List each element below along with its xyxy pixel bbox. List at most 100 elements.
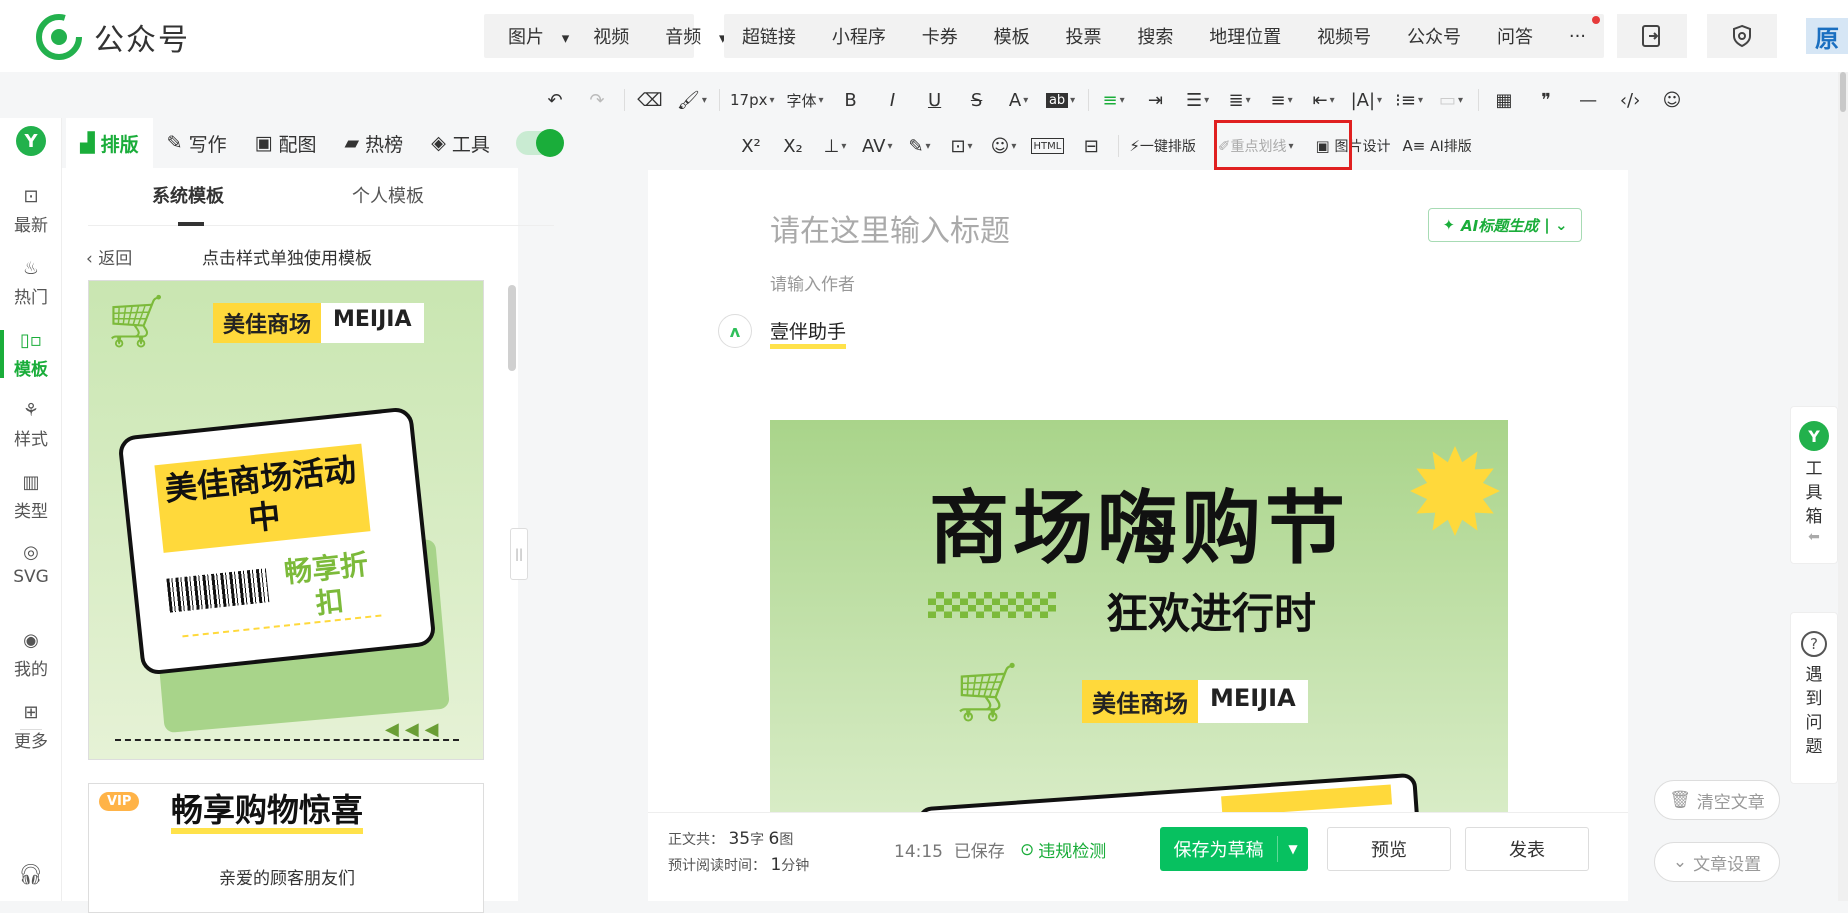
compliance-check-button[interactable]: ⊙ 违规检测 <box>1020 837 1106 863</box>
media-video[interactable]: 视频 <box>581 23 641 49</box>
doc-transfer-button[interactable] <box>1617 14 1687 58</box>
tab-personal-templates[interactable]: 个人模板 <box>288 168 488 225</box>
numbered-list-icon[interactable]: ▭ ▾ <box>1436 84 1466 116</box>
clear-article-button[interactable]: 🗑︎ 清空文章 <box>1654 780 1780 820</box>
template-card[interactable]: VIP 畅享购物惊喜 亲爱的顾客朋友们 <box>88 783 484 913</box>
insert-vote[interactable]: 投票 <box>1054 23 1114 49</box>
line-height-icon[interactable]: ☰ ▾ <box>1183 84 1213 116</box>
strikethrough-icon[interactable]: S <box>962 84 992 116</box>
page-scrollbar[interactable] <box>1838 72 1848 901</box>
toolbox-panel[interactable]: Y 工具箱 ⬅ <box>1790 406 1838 564</box>
tab-image[interactable]: ▣ 配图 <box>241 118 331 168</box>
ai-title-button[interactable]: ✦ AI标题生成 | ⌄ <box>1428 208 1582 242</box>
yiban-logo-icon: Y <box>1799 421 1829 451</box>
template-card[interactable]: 🛒︎ 美佳商场 MEIJIA 美佳商场活动中 畅享折扣 ◀◀◀ <box>88 280 484 760</box>
chart-icon[interactable]: ⊡ ▾ <box>947 130 977 162</box>
toolbox-icon[interactable]: ⊟ <box>1076 130 1106 162</box>
tab-layout[interactable]: ▟ 排版 <box>66 118 153 168</box>
tab-write[interactable]: ✎ 写作 <box>153 118 241 168</box>
text-direction-icon[interactable]: ⊥ ▾ <box>820 130 850 162</box>
tab-hot[interactable]: ▰ 热榜 <box>331 118 418 168</box>
ticket-graphic: 美佳商场活动中 畅享折扣 <box>117 406 437 676</box>
nav-latest[interactable]: ⊡ 最新 <box>0 186 62 236</box>
chevron-down-icon[interactable]: ▼ <box>1278 842 1308 856</box>
italic-icon[interactable]: I <box>878 84 908 116</box>
nav-more[interactable]: ⊞ 更多 <box>0 702 62 752</box>
article-settings-button[interactable]: ⌄ 文章设置 <box>1654 842 1780 882</box>
account-avatar[interactable]: 原 <box>1806 18 1848 54</box>
superscript-icon[interactable]: X² <box>736 130 766 162</box>
media-image[interactable]: 图片 ▾ <box>484 23 581 49</box>
one-click-layout-button[interactable]: ⚡ 一键排版 <box>1129 130 1196 162</box>
paragraph-after-icon[interactable]: ≡ ▾ <box>1267 84 1297 116</box>
nav-hot[interactable]: ♨ 热门 <box>0 258 62 308</box>
background-color-icon[interactable]: ab ▾ <box>1045 84 1076 116</box>
subscript-icon[interactable]: X₂ <box>778 130 808 162</box>
security-button[interactable] <box>1707 14 1777 58</box>
layout-icon: ▟ <box>80 132 95 154</box>
panel-scrollbar[interactable] <box>508 285 516 371</box>
article-banner-image[interactable]: 商场嗨购节 狂欢进行时 🛒︎ 美佳商场 MEIJIA <box>770 420 1508 812</box>
toolbar-separator <box>1087 89 1089 111</box>
feature-toggle[interactable] <box>515 129 564 157</box>
publish-button[interactable]: 发表 <box>1465 827 1589 871</box>
paragraph-spacing-icon[interactable]: ≣ ▾ <box>1225 84 1255 116</box>
tab-tools[interactable]: ◈ 工具 <box>417 118 504 168</box>
insert-location[interactable]: 地理位置 <box>1197 23 1293 49</box>
help-panel[interactable]: ? 遇到问题 <box>1790 612 1838 784</box>
insert-search[interactable]: 搜索 <box>1125 23 1185 49</box>
font-size-select[interactable]: 17px ▾ <box>730 84 775 116</box>
format-painter-icon[interactable]: 🖌 ▾ <box>677 84 707 116</box>
nav-type[interactable]: ▥ 类型 <box>0 472 62 522</box>
author-input[interactable]: 请输入作者 <box>770 270 855 295</box>
insert-link[interactable]: 超链接 <box>730 23 808 49</box>
nav-active-indicator <box>0 330 4 378</box>
nav-style[interactable]: ⚘ 样式 <box>0 400 62 450</box>
insert-account[interactable]: 公众号 <box>1395 23 1473 49</box>
emoji-icon[interactable]: ☺ <box>1657 84 1687 116</box>
insert-template[interactable]: 模板 <box>982 23 1042 49</box>
insert-coupon[interactable]: 卡券 <box>910 23 970 49</box>
bulleted-list-icon[interactable]: ⁝≡ ▾ <box>1394 84 1424 116</box>
insert-channels[interactable]: 视频号 <box>1305 23 1383 49</box>
tab-system-templates[interactable]: 系统模板 <box>88 168 288 226</box>
letter-spacing-icon[interactable]: |A| ▾ <box>1351 84 1382 116</box>
code-icon[interactable]: ‹/› <box>1615 84 1645 116</box>
page-scrollbar-thumb[interactable] <box>1840 72 1846 112</box>
app-logo[interactable]: 公众号 <box>36 14 190 60</box>
save-draft-button[interactable]: 保存为草稿 ▼ <box>1160 827 1308 871</box>
yiban-logo-icon[interactable]: Y <box>16 126 46 156</box>
quote-icon[interactable]: ❞ <box>1531 84 1561 116</box>
eraser-icon[interactable]: ⌫ <box>635 84 665 116</box>
headset-icon[interactable]: 🎧︎ <box>18 862 43 886</box>
font-color-icon[interactable]: A ▾ <box>1004 84 1034 116</box>
insert-miniprogram[interactable]: 小程序 <box>820 23 898 49</box>
nav-svg[interactable]: ◎ SVG <box>0 542 62 587</box>
html-icon[interactable]: HTML <box>1030 138 1065 154</box>
shield-check-icon: ⊙ <box>1020 839 1035 860</box>
ai-layout-button[interactable]: A≡ AI排版 <box>1402 130 1471 162</box>
font-family-select[interactable]: 字体 ▾ <box>787 84 824 116</box>
more-inserts-button[interactable]: ··· <box>1557 26 1598 47</box>
bold-icon[interactable]: B <box>836 84 866 116</box>
char-spacing-icon[interactable]: AV ▾ <box>862 130 893 162</box>
emoji-picker-icon[interactable]: ☺ ▾ <box>989 130 1019 162</box>
title-input[interactable]: 请在这里输入标题 <box>770 206 1010 250</box>
magic-wand-icon[interactable]: ✎ ▾ <box>905 130 935 162</box>
indent-icon[interactable]: ⇥ <box>1141 84 1171 116</box>
nav-mine[interactable]: ◉ 我的 <box>0 630 62 680</box>
back-button[interactable]: ‹ 返回 <box>86 244 132 269</box>
brand-name[interactable]: 壹伴助手 <box>770 320 847 349</box>
collapse-panel-handle[interactable]: || <box>510 528 528 580</box>
align-left-icon[interactable]: ≡ ▾ <box>1099 84 1129 116</box>
underline-icon[interactable]: U <box>920 84 950 116</box>
card-title: 畅享购物惊喜 <box>171 792 364 834</box>
insert-qa[interactable]: 问答 <box>1485 23 1545 49</box>
undo-icon[interactable]: ↶ <box>540 84 570 116</box>
indent-list-icon[interactable]: ⇤ ▾ <box>1309 84 1339 116</box>
table-icon[interactable]: ▦ <box>1489 84 1519 116</box>
preview-button[interactable]: 预览 <box>1327 827 1451 871</box>
divider-icon[interactable]: — <box>1573 84 1603 116</box>
nav-template[interactable]: ▯▫ 模板 <box>0 330 62 380</box>
redo-icon[interactable]: ↷ <box>582 84 612 116</box>
